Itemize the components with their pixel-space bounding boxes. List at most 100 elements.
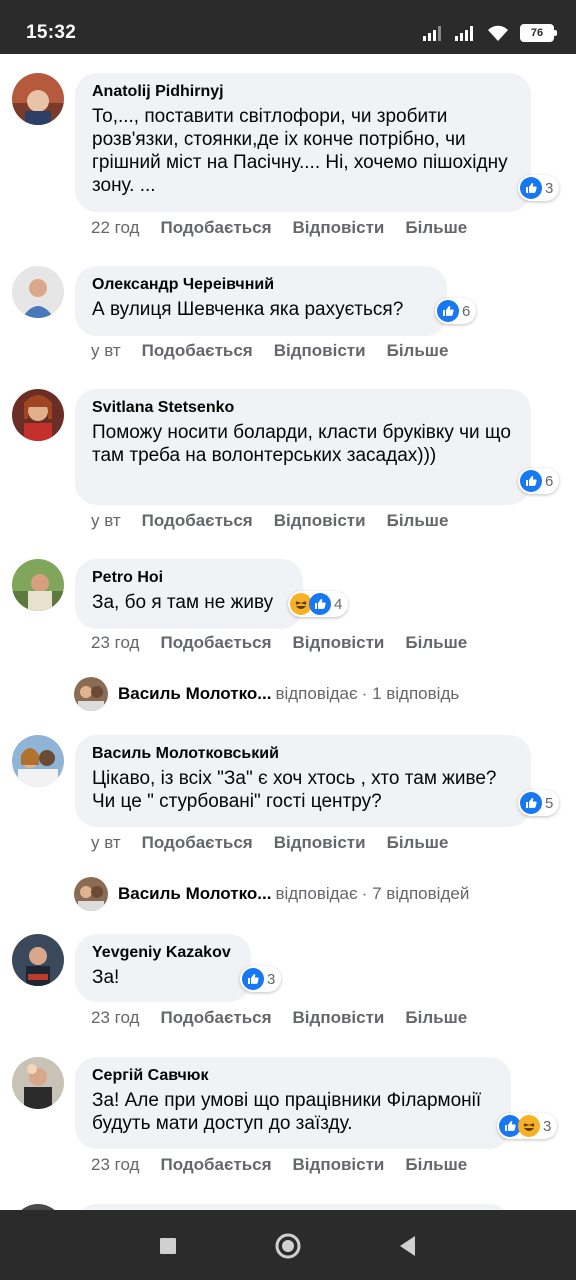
avatar [74, 677, 108, 711]
comment-actions: у вт Подобається Відповісти Більше [91, 341, 448, 361]
like-icon [242, 968, 264, 990]
like-button[interactable]: Подобається [160, 1155, 271, 1175]
reply-button[interactable]: Відповісти [274, 833, 366, 853]
status-icons: 76 [422, 22, 557, 44]
reaction-count: 4 [334, 595, 343, 613]
like-icon [309, 593, 331, 615]
comment-text: За! [92, 967, 120, 988]
comment-actions: 23 год Подобається Відповісти Більше [91, 1155, 467, 1175]
more-button[interactable]: Більше [405, 218, 467, 238]
reply-count: · 7 відповідей [361, 884, 470, 903]
comment-author[interactable]: Василь Молотковський [92, 745, 515, 763]
comment-author[interactable]: Олександр Череівчний [92, 276, 431, 294]
reply-verb: відповідає [275, 884, 358, 903]
reaction-count: 6 [462, 302, 471, 320]
avatar[interactable] [12, 559, 64, 611]
comment-text: Цікаво, із всіх "За" є хоч хтось , хто т… [92, 768, 497, 812]
reaction-badge[interactable]: 6 [518, 468, 560, 494]
reply-verb: відповідає [275, 684, 358, 703]
reaction-badge[interactable]: 4 [288, 591, 349, 617]
reaction-badge[interactable]: 3 [497, 1113, 558, 1139]
home-button[interactable] [274, 1230, 302, 1262]
reaction-badge[interactable]: 3 [240, 966, 282, 992]
comment-text: За, бо я там не живу [92, 592, 274, 613]
avatar[interactable] [12, 934, 64, 986]
comment-author[interactable]: Anatolij Pidhirnyj [92, 83, 515, 101]
comment-time[interactable]: у вт [91, 511, 121, 531]
comment-bubble: Yevgeniy Kazakov За! [75, 934, 251, 1002]
comment-text: Поможу носити боларди, класти бруківку ч… [92, 422, 511, 466]
comment-bubble: Василь Молотковський Цікаво, із всіх "За… [75, 735, 531, 827]
reply-button[interactable]: Відповісти [293, 1008, 385, 1028]
reply-button[interactable]: Відповісти [293, 1155, 385, 1175]
more-button[interactable]: Більше [387, 833, 449, 853]
comment-actions: у вт Подобається Відповісти Більше [91, 511, 448, 531]
more-button[interactable]: Більше [405, 1008, 467, 1028]
reaction-badge[interactable]: 3 [518, 175, 560, 201]
avatar[interactable] [12, 1057, 64, 1109]
comment-actions: 23 год Подобається Відповісти Більше [91, 1008, 467, 1028]
reply-button[interactable]: Відповісти [274, 511, 366, 531]
comment-time[interactable]: 22 год [91, 218, 139, 238]
like-button[interactable]: Подобається [142, 511, 253, 531]
reply-count: · 1 відповідь [361, 684, 460, 703]
status-time: 15:32 [26, 22, 77, 43]
status-bar: 15:32 76 [0, 0, 576, 54]
avatar[interactable] [12, 735, 64, 787]
comment-text: То,..., поставити світлофори, чи зробити… [92, 106, 508, 196]
battery-icon: 76 [520, 24, 557, 42]
reply-button[interactable]: Відповісти [274, 341, 366, 361]
comment-time[interactable]: у вт [91, 341, 121, 361]
comment-actions: 22 год Подобається Відповісти Більше [91, 218, 467, 238]
comment-author[interactable]: Yevgeniy Kazakov [92, 944, 235, 962]
like-button[interactable]: Подобається [160, 218, 271, 238]
comment-text: А вулиця Шевченка яка рахується? [92, 299, 404, 320]
like-button[interactable]: Подобається [142, 341, 253, 361]
reply-button[interactable]: Відповісти [293, 218, 385, 238]
reaction-count: 6 [545, 472, 554, 490]
replies-link[interactable]: Василь Молотко... відповідає · 7 відпові… [74, 877, 469, 911]
like-button[interactable]: Подобається [160, 633, 271, 653]
more-button[interactable]: Більше [387, 511, 449, 531]
reaction-badge[interactable]: 6 [435, 298, 477, 324]
avatar[interactable] [12, 389, 64, 441]
avatar[interactable] [12, 266, 64, 318]
like-icon [437, 300, 459, 322]
avatar [74, 877, 108, 911]
comment-actions: 23 год Подобається Відповісти Більше [91, 633, 467, 653]
like-button[interactable]: Подобається [160, 1008, 271, 1028]
comment-author[interactable]: Svitlana Stetsenko [92, 399, 515, 417]
like-icon [520, 470, 542, 492]
comment-bubble: Сергій Савчюк За! Але при умові що праці… [75, 1057, 511, 1149]
comment-author[interactable]: Сергій Савчюк [92, 1067, 495, 1085]
more-button[interactable]: Більше [405, 1155, 467, 1175]
navigation-bar [0, 1210, 576, 1280]
reply-author: Василь Молотко... [118, 684, 272, 703]
more-button[interactable]: Більше [387, 341, 449, 361]
back-button[interactable] [396, 1230, 418, 1262]
reply-button[interactable]: Відповісти [293, 633, 385, 653]
like-icon [520, 792, 542, 814]
comment-time[interactable]: 23 год [91, 1155, 139, 1175]
comment-actions: у вт Подобається Відповісти Більше [91, 833, 448, 853]
comment-time[interactable]: у вт [91, 833, 121, 853]
reaction-badge[interactable]: 5 [518, 790, 560, 816]
comment-bubble: Petro Hoi За, бо я там не живу [75, 559, 303, 629]
wifi-icon [488, 25, 508, 41]
reaction-count: 3 [267, 970, 276, 988]
more-button[interactable]: Більше [405, 633, 467, 653]
comment-bubble: Anatolij Pidhirnyj То,..., поставити сві… [75, 73, 531, 212]
comment-author[interactable]: Petro Hoi [92, 569, 287, 587]
comments-list[interactable]: Anatolij Pidhirnyj То,..., поставити сві… [0, 54, 576, 1210]
like-button[interactable]: Подобається [142, 833, 253, 853]
recents-button[interactable] [158, 1230, 180, 1262]
avatar[interactable] [12, 73, 64, 125]
comment-time[interactable]: 23 год [91, 633, 139, 653]
reaction-count: 3 [545, 179, 554, 197]
replies-link[interactable]: Василь Молотко... відповідає · 1 відпові… [74, 677, 459, 711]
comment-bubble: Олександр Череівчний А вулиця Шевченка я… [75, 266, 447, 336]
signal-icon [423, 26, 441, 41]
like-icon [520, 177, 542, 199]
comment-time[interactable]: 23 год [91, 1008, 139, 1028]
comment-bubble: Svitlana Stetsenko Поможу носити боларди… [75, 389, 531, 505]
